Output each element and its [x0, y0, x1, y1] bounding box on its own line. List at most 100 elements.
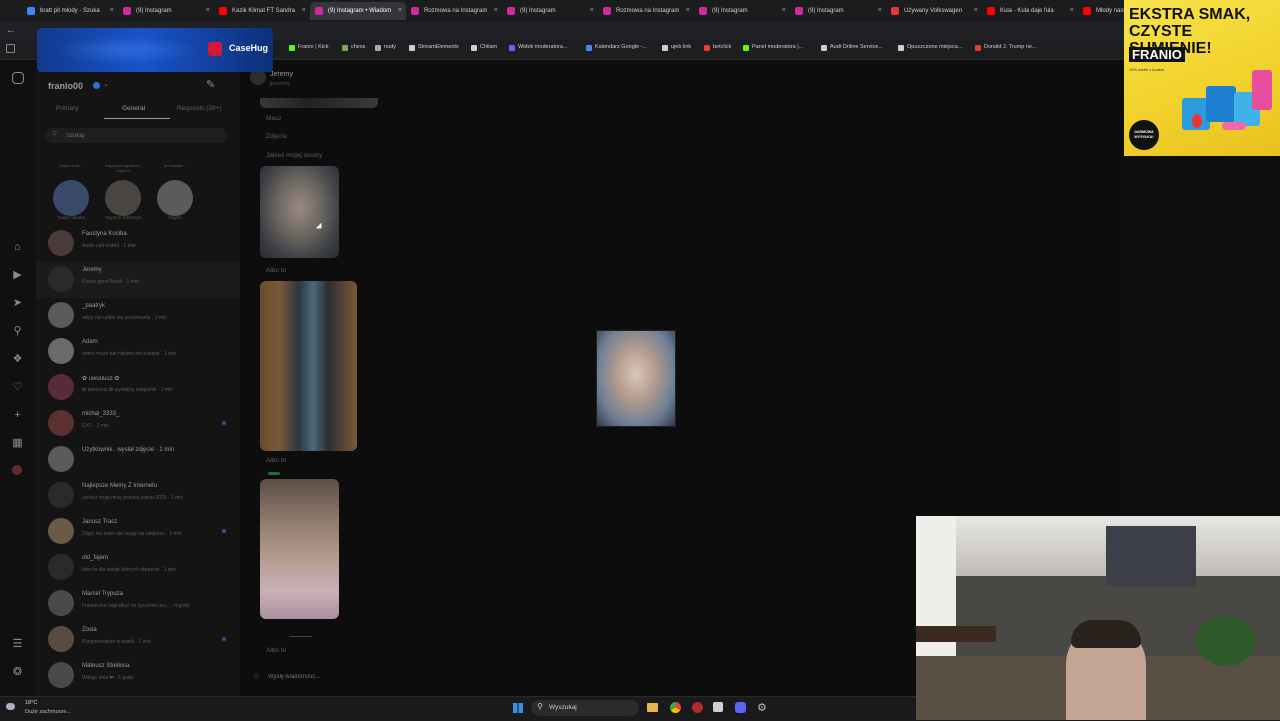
- conversation-row[interactable]: _paatryk ekipy nie udało się porównanie ·…: [36, 298, 240, 334]
- browser-tab[interactable]: (9) Instagram ×: [790, 2, 886, 20]
- browser-tab[interactable]: Kazik Klimat FT Sandra ×: [214, 2, 310, 20]
- bookmark-item[interactable]: ujeb link: [662, 44, 691, 51]
- message-zdjecie: Zdjęcie: [266, 133, 287, 140]
- browser-tab[interactable]: Używany Volkswagen ×: [886, 2, 982, 20]
- browser-tab[interactable]: Kula - Kula daje fula ×: [982, 2, 1078, 20]
- file-explorer-icon[interactable]: [647, 703, 658, 712]
- browser-tab[interactable]: (9) Instagram ×: [694, 2, 790, 20]
- search-icon: ⚲: [52, 131, 58, 138]
- tab-close-icon[interactable]: ×: [494, 2, 498, 20]
- profile-avatar-icon[interactable]: [12, 465, 22, 475]
- conversation-row[interactable]: ✿ uwuuuuz ✿ ✿ uwuuuuz ✿ wysłał(a) załączn…: [36, 370, 240, 406]
- browser-tab[interactable]: (9) Instagram ×: [118, 2, 214, 20]
- conversation-row[interactable]: Mateusz Stokłosa Wiłego dnia ❤ · 5 godz.: [36, 658, 240, 694]
- weather-desc[interactable]: Duże zachmurze...: [25, 709, 71, 715]
- photo-message-top[interactable]: [260, 98, 378, 108]
- avatar: [48, 554, 74, 580]
- conversation-name: Faustyna Kosiba: [82, 231, 127, 237]
- conversation-row[interactable]: old_fajern Ideo tu dla ciebie dobrych obr…: [36, 550, 240, 586]
- photo-message-upside-down[interactable]: [260, 166, 339, 258]
- search-field[interactable]: ⚲: [46, 128, 226, 143]
- browser-tab[interactable]: (9) Instagram ×: [502, 2, 598, 20]
- meta-icon[interactable]: ❂: [11, 666, 24, 679]
- tab-primary[interactable]: Primary: [56, 105, 78, 112]
- chrome-icon[interactable]: [670, 702, 681, 713]
- search-icon[interactable]: ⚲: [11, 325, 24, 338]
- taskbar-search[interactable]: ⚲ Wyszukaj: [531, 700, 639, 716]
- photo-message-portrait[interactable]: [260, 479, 339, 619]
- bookmark-item[interactable]: chess: [342, 44, 365, 51]
- note-name: Szymon Kasprzyk: [104, 215, 141, 220]
- tab-close-icon[interactable]: ×: [686, 2, 690, 20]
- windows-start-icon[interactable]: [513, 703, 523, 713]
- bookmark-item[interactable]: betclick: [704, 44, 731, 51]
- apps-icon[interactable]: [6, 44, 15, 53]
- conversation-row[interactable]: Jeremy Franio gorni Asiak · 1 min: [36, 262, 240, 298]
- tab-close-icon[interactable]: ×: [110, 2, 114, 20]
- casehug-logo-text: CaseHug: [229, 43, 269, 53]
- tab-close-icon[interactable]: ×: [878, 2, 882, 20]
- browser-tab[interactable]: bratt pit młody - Szuka ×: [22, 2, 118, 20]
- weather-temp[interactable]: 18°C: [25, 700, 37, 706]
- chevron-down-icon[interactable]: ⌄: [103, 80, 109, 88]
- browser-tab[interactable]: Rozmowa na Instagram ×: [598, 2, 694, 20]
- tab-close-icon[interactable]: ×: [302, 2, 306, 20]
- tab-general[interactable]: General: [122, 105, 145, 112]
- obs-icon[interactable]: [692, 702, 703, 713]
- bookmark-item[interactable]: nudy: [375, 44, 396, 51]
- bookmark-item[interactable]: StreamElements: [409, 44, 459, 51]
- tab-close-icon[interactable]: ×: [782, 2, 786, 20]
- conversation-row[interactable]: Janusz Tracz Zdjęć nie mam ale mogę się o…: [36, 514, 240, 550]
- emoji-icon[interactable]: ☺: [252, 671, 260, 680]
- note-item[interactable]: Więcej przegrałem z rzędem Szymon Kasprzy…: [100, 163, 146, 223]
- tab-close-icon[interactable]: ×: [398, 2, 402, 20]
- compose-icon[interactable]: ✎: [206, 78, 215, 91]
- tab-label: (9) Instagram: [808, 8, 844, 14]
- message-input[interactable]: [266, 670, 670, 684]
- back-icon[interactable]: ←: [6, 25, 16, 36]
- conversation-row[interactable]: Adam dobro może ale nikomu nie pokażę · 1…: [36, 334, 240, 370]
- settings-icon[interactable]: ⚙: [757, 701, 767, 714]
- photo-message-mirror[interactable]: [260, 281, 357, 451]
- explore-icon[interactable]: ❖: [11, 353, 24, 366]
- bookmark-item[interactable]: Kalendarz Google -...: [586, 44, 647, 51]
- bookmark-item[interactable]: Opuszczone miejsca...: [898, 44, 962, 51]
- conversation-row[interactable]: michal_3333_ GXT · 1 min: [36, 406, 240, 442]
- conversation-row[interactable]: Marcel Trypuza Franniczku nagrałbyś mi ży…: [36, 586, 240, 622]
- instagram-logo-icon[interactable]: [12, 72, 24, 84]
- chat-header-name[interactable]: Jeremy: [270, 71, 293, 78]
- home-icon[interactable]: ⌂: [11, 241, 24, 254]
- browser-tab[interactable]: (9) Instagram • Wiadom ×: [310, 2, 406, 20]
- search-input[interactable]: [64, 129, 218, 143]
- dashboard-icon[interactable]: ▦: [11, 437, 24, 450]
- tab-close-icon[interactable]: ×: [1070, 2, 1074, 20]
- bookmark-item[interactable]: Chilam: [471, 44, 497, 51]
- note-bubble: Więcej przegrałem z rzędem: [104, 163, 142, 173]
- bookmark-item[interactable]: Widok moderatora...: [509, 44, 568, 51]
- tab-close-icon[interactable]: ×: [974, 2, 978, 20]
- bookmark-item[interactable]: Panel moderatora |...: [743, 44, 803, 51]
- taskbar-search-label: Wyszukaj: [549, 704, 577, 711]
- tab-requests[interactable]: Requests (20+): [177, 105, 222, 112]
- more-menu-icon[interactable]: ☰: [11, 638, 24, 651]
- app-icon[interactable]: [713, 702, 723, 712]
- bookmark-item[interactable]: Audi Online Service...: [821, 44, 883, 51]
- note-item[interactable]: Al Hawalie... Dayan: [152, 163, 198, 223]
- browser-tab[interactable]: Młody nasto: [1078, 2, 1124, 20]
- notifications-icon[interactable]: ♡: [11, 381, 24, 394]
- note-item[interactable]: Gdzie teraz... Twoja notatka: [48, 163, 94, 223]
- inbox-username[interactable]: franio00: [48, 81, 83, 91]
- browser-tab[interactable]: Rozmowa na Instagram ×: [406, 2, 502, 20]
- messages-icon[interactable]: ➤: [11, 297, 24, 310]
- discord-icon[interactable]: [735, 702, 746, 713]
- conversation-row[interactable]: Najlepsze Memy Z Internetu skończ moją mi…: [36, 478, 240, 514]
- conversation-row[interactable]: Faustyna Kosiba Audio call ended · 1 min: [36, 226, 240, 262]
- create-icon[interactable]: +: [11, 409, 24, 422]
- bookmark-item[interactable]: Franio | Kick: [289, 44, 328, 51]
- tab-close-icon[interactable]: ×: [206, 2, 210, 20]
- conversation-row[interactable]: Użytkownik . wysłał zdjęcie · 1 min: [36, 442, 240, 478]
- bookmark-item[interactable]: Donald J. Trump ne...: [975, 44, 1037, 51]
- reels-icon[interactable]: ▶: [11, 269, 24, 282]
- conversation-row[interactable]: Zosia Przypomnienie w wasik · 1 min: [36, 622, 240, 658]
- tab-close-icon[interactable]: ×: [590, 2, 594, 20]
